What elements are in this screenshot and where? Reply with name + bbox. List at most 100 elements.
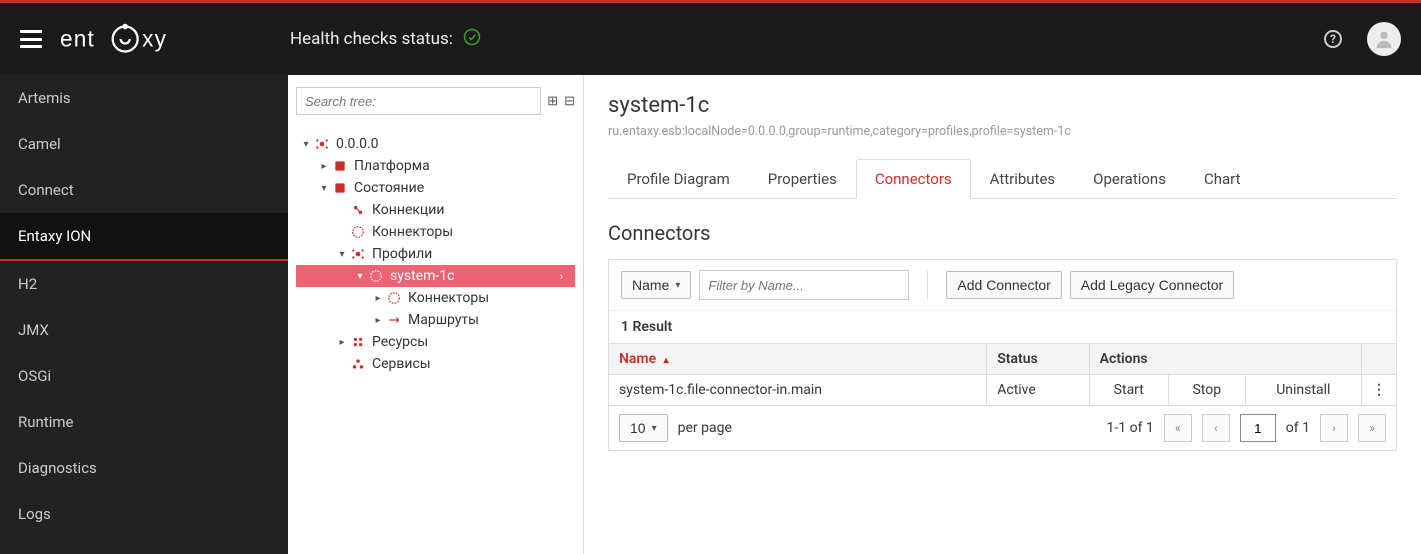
tree-node-connectors[interactable]: Коннекторы bbox=[296, 221, 575, 243]
health-label: Health checks status: bbox=[290, 29, 453, 49]
tab-connectors[interactable]: Connectors bbox=[856, 159, 971, 199]
tree-label: Коннекторы bbox=[372, 224, 453, 240]
sidebar: Artemis Camel Connect Entaxy ION H2 JMX … bbox=[0, 75, 288, 554]
tree-label: system-1c bbox=[390, 268, 454, 284]
tab-attributes[interactable]: Attributes bbox=[971, 159, 1075, 199]
tree-node-platform[interactable]: ▸ Платформа bbox=[296, 155, 575, 177]
section-title: Connectors bbox=[608, 221, 1397, 245]
tree-node-profiles[interactable]: ▾ Профили bbox=[296, 243, 575, 265]
tree-label: Ресурсы bbox=[372, 334, 428, 350]
hamburger-menu-icon[interactable] bbox=[20, 30, 42, 48]
chevron-right-icon: ▸ bbox=[318, 161, 330, 172]
sidebar-item-jmx[interactable]: JMX bbox=[0, 307, 288, 353]
sidebar-item-camel[interactable]: Camel bbox=[0, 121, 288, 167]
result-count: 1 Result bbox=[609, 310, 1396, 343]
add-legacy-connector-button[interactable]: Add Legacy Connector bbox=[1070, 271, 1234, 299]
sidebar-item-runtime[interactable]: Runtime bbox=[0, 399, 288, 445]
tab-chart[interactable]: Chart bbox=[1185, 159, 1260, 199]
pager-prev-icon[interactable]: ‹ bbox=[1202, 414, 1230, 442]
help-icon[interactable]: ? bbox=[1324, 30, 1342, 48]
chevron-right-icon: ▸ bbox=[372, 293, 384, 304]
tree-label: 0.0.0.0 bbox=[336, 136, 379, 152]
sidebar-item-artemis[interactable]: Artemis bbox=[0, 75, 288, 121]
tree-label: Маршруты bbox=[408, 312, 479, 328]
per-page-dropdown[interactable]: 10 ▾ bbox=[619, 414, 668, 442]
tree-node-services[interactable]: Сервисы bbox=[296, 353, 575, 375]
health-status: Health checks status: bbox=[290, 28, 481, 51]
node-icon bbox=[314, 136, 330, 152]
sidebar-item-entaxy-ion[interactable]: Entaxy ION bbox=[0, 213, 288, 261]
tree-panel: ⊞ ⊟ ▾ 0.0.0.0 ▸ Платформа ▾ Состояние bbox=[288, 75, 584, 554]
pager-next-icon[interactable]: › bbox=[1320, 414, 1348, 442]
sidebar-item-connect[interactable]: Connect bbox=[0, 167, 288, 213]
tree-node-root[interactable]: ▾ 0.0.0.0 bbox=[296, 133, 575, 155]
tree-label: Сервисы bbox=[372, 356, 431, 372]
sidebar-item-diagnostics[interactable]: Diagnostics bbox=[0, 445, 288, 491]
start-button[interactable]: Start bbox=[1114, 382, 1144, 398]
chevron-right-icon: ▸ bbox=[372, 315, 384, 326]
node-icon bbox=[386, 312, 402, 328]
pager-of-label: of 1 bbox=[1286, 420, 1310, 436]
tab-operations[interactable]: Operations bbox=[1074, 159, 1185, 199]
chevron-down-icon: ▾ bbox=[652, 423, 657, 434]
tree-node-system-1c-connectors[interactable]: ▸ Коннекторы bbox=[296, 287, 575, 309]
tree-node-resources[interactable]: ▸ Ресурсы bbox=[296, 331, 575, 353]
col-name[interactable]: Name ▴ bbox=[609, 344, 987, 375]
chevron-right-icon: ▸ bbox=[336, 337, 348, 348]
kebab-menu-icon[interactable]: ⋮ bbox=[1372, 382, 1386, 398]
tree-node-system-1c[interactable]: ▾ system-1c › bbox=[296, 265, 575, 287]
tree-label: Коннекции bbox=[372, 202, 444, 218]
tree: ▾ 0.0.0.0 ▸ Платформа ▾ Состояние Коннек… bbox=[296, 133, 575, 375]
sidebar-item-logs[interactable]: Logs bbox=[0, 491, 288, 537]
tabs: Profile Diagram Properties Connectors At… bbox=[608, 159, 1397, 199]
col-status[interactable]: Status bbox=[987, 344, 1089, 375]
pager: 10 ▾ per page 1-1 of 1 « ‹ of 1 › » bbox=[608, 406, 1397, 451]
node-icon bbox=[350, 356, 366, 372]
page-subtitle: ru.entaxy.esb:localNode=0.0.0.0,group=ru… bbox=[608, 124, 1397, 139]
node-icon bbox=[350, 334, 366, 350]
col-actions: Actions bbox=[1089, 344, 1361, 375]
tree-label: Платформа bbox=[354, 158, 430, 174]
chevron-down-icon: ▾ bbox=[354, 271, 366, 282]
col-menu bbox=[1362, 344, 1397, 375]
tree-search-input[interactable] bbox=[296, 87, 541, 115]
toolbar: Name ▾ Add Connector Add Legacy Connecto… bbox=[609, 260, 1396, 310]
tree-node-state[interactable]: ▾ Состояние bbox=[296, 177, 575, 199]
filter-field-dropdown[interactable]: Name ▾ bbox=[621, 271, 691, 299]
filter-field-label: Name bbox=[632, 277, 669, 293]
tree-label: Коннекторы bbox=[408, 290, 489, 306]
filter-input[interactable] bbox=[699, 270, 909, 300]
collapse-all-icon[interactable]: ⊟ bbox=[564, 94, 575, 109]
uninstall-button[interactable]: Uninstall bbox=[1276, 382, 1330, 398]
per-page-label: per page bbox=[678, 420, 732, 436]
tree-label: Состояние bbox=[354, 180, 424, 196]
sidebar-item-h2[interactable]: H2 bbox=[0, 261, 288, 307]
logo[interactable]: ent xy bbox=[60, 14, 230, 64]
pager-page-input[interactable] bbox=[1240, 414, 1276, 442]
check-circle-icon bbox=[463, 28, 481, 51]
main-content: system-1c ru.entaxy.esb:localNode=0.0.0.… bbox=[584, 75, 1421, 554]
chevron-down-icon: ▾ bbox=[318, 183, 330, 194]
tree-label: Профили bbox=[372, 246, 432, 262]
user-avatar-icon[interactable] bbox=[1367, 22, 1401, 56]
pager-range: 1-1 of 1 bbox=[1107, 420, 1154, 436]
add-connector-button[interactable]: Add Connector bbox=[946, 271, 1061, 299]
entaxy-logo-icon: ent xy bbox=[60, 14, 230, 64]
sidebar-item-osgi[interactable]: OSGi bbox=[0, 353, 288, 399]
tab-profile-diagram[interactable]: Profile Diagram bbox=[608, 159, 749, 199]
pager-last-icon[interactable]: » bbox=[1358, 414, 1386, 442]
chevron-down-icon: ▾ bbox=[675, 280, 680, 291]
expand-all-icon[interactable]: ⊞ bbox=[547, 94, 558, 109]
node-icon bbox=[332, 158, 348, 174]
node-icon bbox=[386, 290, 402, 306]
tree-node-system-1c-routes[interactable]: ▸ Маршруты bbox=[296, 309, 575, 331]
page-title: system-1c bbox=[608, 93, 1397, 118]
stop-button[interactable]: Stop bbox=[1192, 382, 1221, 398]
pager-first-icon[interactable]: « bbox=[1164, 414, 1192, 442]
node-icon bbox=[368, 268, 384, 284]
tree-node-connections[interactable]: Коннекции bbox=[296, 199, 575, 221]
chevron-down-icon: ▾ bbox=[336, 249, 348, 260]
tab-properties[interactable]: Properties bbox=[749, 159, 856, 199]
svg-text:xy: xy bbox=[142, 25, 167, 51]
cell-name: system-1c.file-connector-in.main bbox=[609, 375, 987, 406]
